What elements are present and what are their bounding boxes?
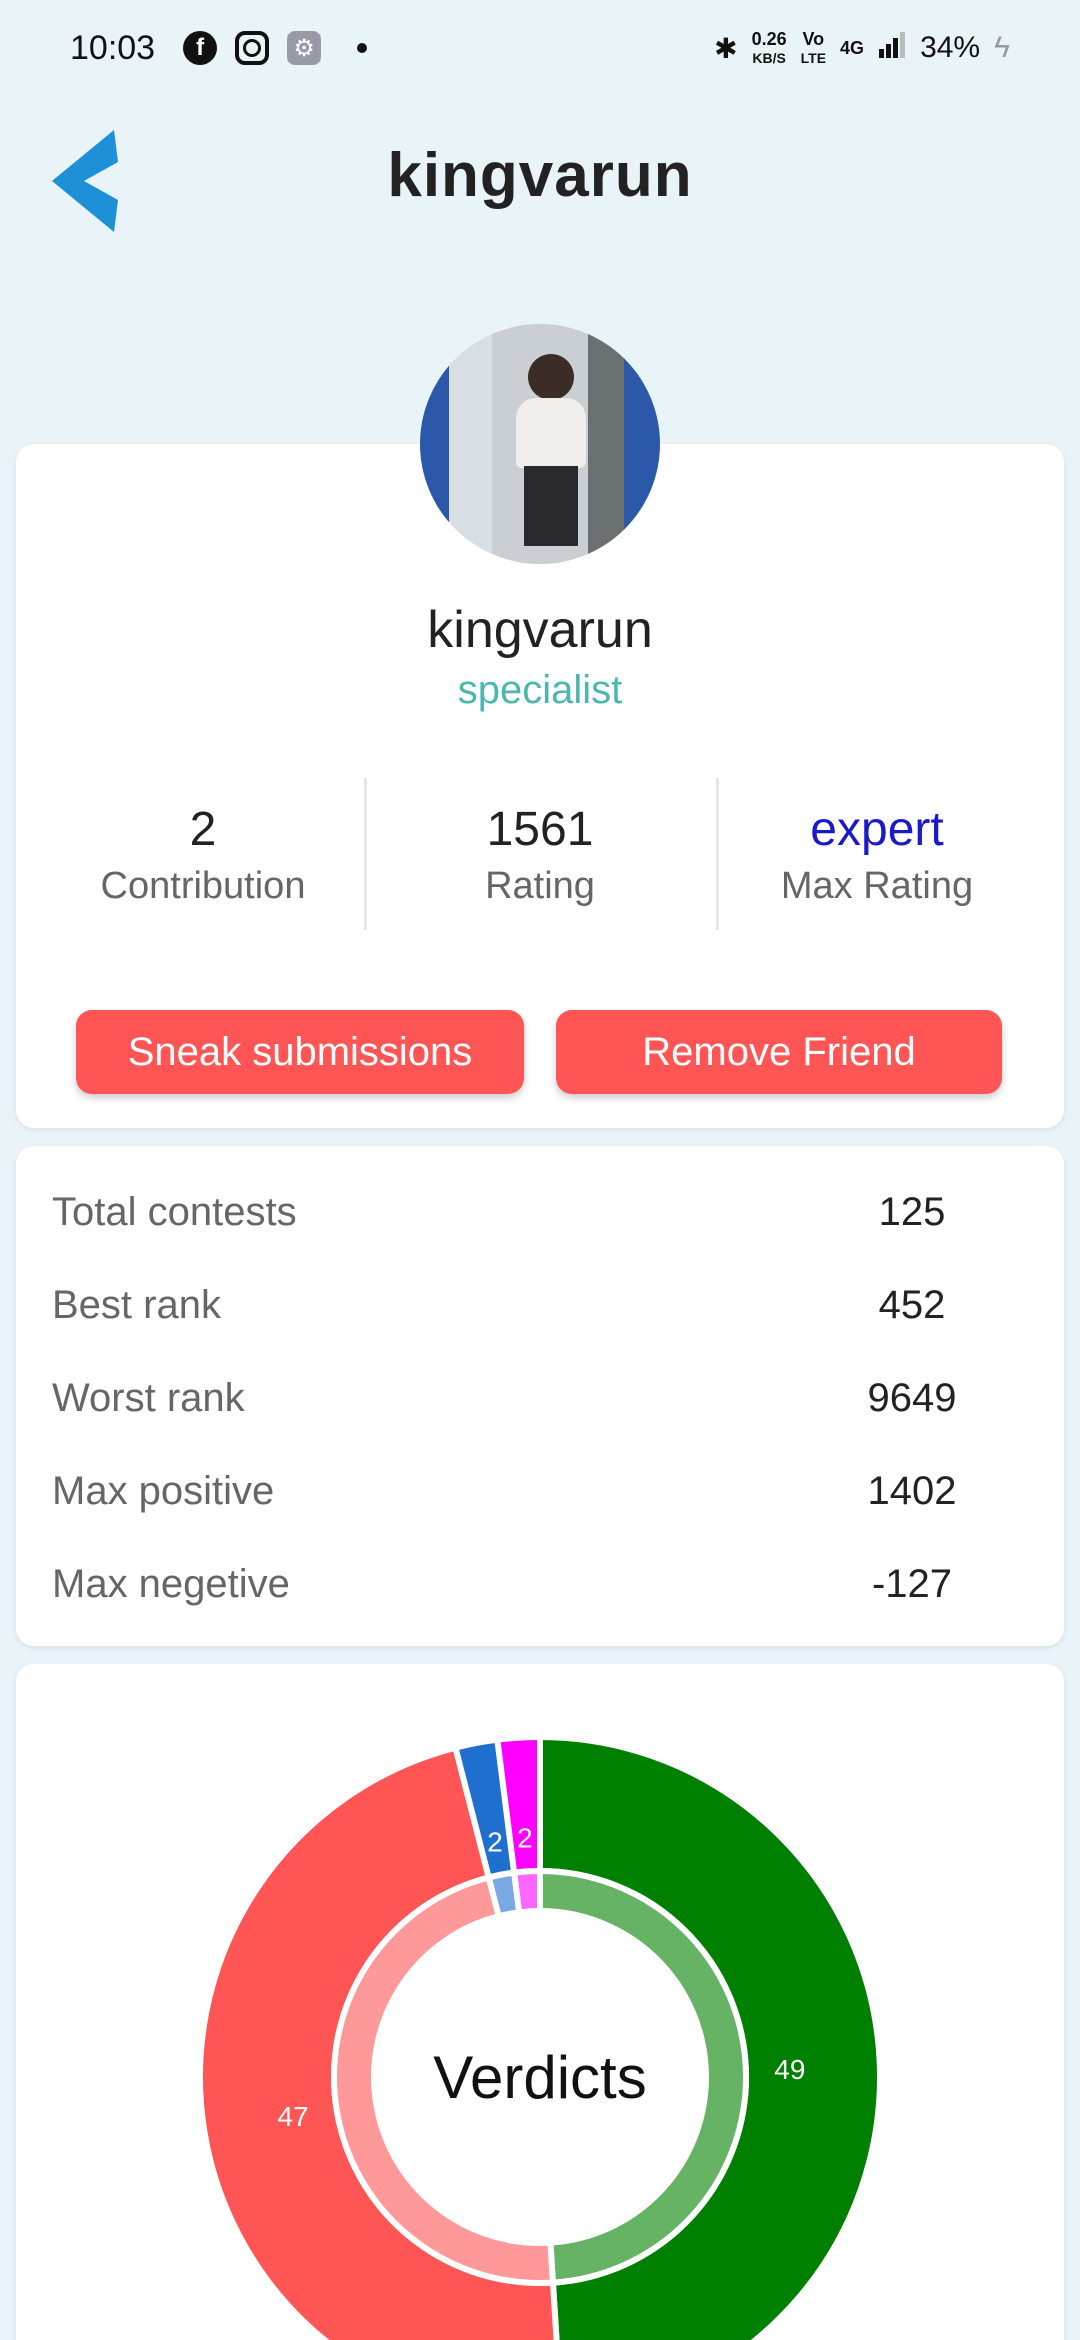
remove-friend-button[interactable]: Remove Friend: [556, 1010, 1002, 1094]
signal-icon: [878, 31, 906, 66]
profile-rank: specialist: [457, 668, 623, 712]
rating-label: Rating: [485, 865, 595, 907]
sneak-submissions-button[interactable]: Sneak submissions: [76, 1010, 524, 1094]
stat-max-rating: expert Max Rating: [702, 802, 1052, 908]
max-rating-label: Max Rating: [780, 865, 974, 907]
network-speed-value: 0.26: [751, 28, 787, 49]
rating-value: 1561: [486, 803, 594, 856]
notification-dot: [357, 43, 368, 53]
page-title: kingvarun: [387, 141, 693, 210]
stat-row: Max positive 1402: [52, 1469, 1028, 1529]
stat-contribution: 2 Contribution: [28, 802, 378, 908]
verdict-slice-label: 47: [277, 2101, 308, 2132]
stat-row: Total contests 125: [52, 1190, 1028, 1250]
stat-row-value: -127: [871, 1562, 953, 1606]
contribution-value: 2: [189, 803, 217, 856]
battery-level: 34%: [920, 31, 981, 64]
facebook-icon: f: [183, 31, 218, 65]
status-bar: 10:03 f ⚙ ✱ 0.26 KB/S Vo LTE 4G 34% ϟ: [0, 0, 1080, 96]
profile-name: kingvarun: [427, 601, 653, 659]
network-type: 4G: [840, 38, 865, 58]
stat-row-label: Worst rank: [52, 1376, 245, 1420]
verdicts-donut-chart[interactable]: 49 47 2 2 Verdicts: [16, 1664, 1064, 2340]
stat-row-label: Max positive: [52, 1469, 275, 1513]
verdict-slice-inner: [510, 1867, 543, 1916]
stat-row-value: 1402: [867, 1469, 957, 1513]
contest-stats-card: Total contests 125 Best rank 452 Worst r…: [16, 1146, 1064, 1646]
volte-bottom: LTE: [800, 49, 827, 66]
stat-row: Best rank 452: [52, 1283, 1028, 1343]
avatar[interactable]: [420, 324, 660, 564]
volte-top: Vo: [802, 28, 825, 49]
contribution-label: Contribution: [100, 865, 306, 907]
stat-row-value: 9649: [867, 1376, 957, 1420]
stat-row: Max negetive -127: [52, 1562, 1028, 1622]
stat-rating: 1561 Rating: [365, 802, 715, 908]
max-rating-value: expert: [810, 803, 944, 856]
verdict-slice-label: 2: [487, 1826, 503, 1857]
network-speed: 0.26 KB/S: [752, 30, 787, 67]
bluetooth-icon: ✱: [714, 32, 738, 64]
stat-row-label: Best rank: [52, 1283, 221, 1327]
verdicts-chart-card: 49 47 2 2 Verdicts: [16, 1664, 1064, 2340]
stat-row-label: Total contests: [52, 1190, 297, 1234]
volte-indicator: Vo LTE: [801, 30, 826, 67]
chart-title: Verdicts: [433, 2044, 646, 2111]
instagram-icon: [235, 31, 270, 65]
verdict-slice-label: 2: [517, 1822, 533, 1853]
network-speed-unit: KB/S: [752, 49, 786, 66]
stat-row-value: 452: [878, 1283, 946, 1327]
stat-row-label: Max negetive: [52, 1562, 290, 1606]
charging-icon: ϟ: [994, 31, 1010, 64]
stat-row-value: 125: [878, 1190, 946, 1234]
stat-row: Worst rank 9649: [52, 1376, 1028, 1436]
status-time: 10:03: [70, 28, 156, 67]
settings-app-icon: ⚙: [287, 31, 322, 65]
status-right-group: ✱ 0.26 KB/S Vo LTE 4G 34% ϟ: [714, 30, 1010, 67]
verdict-slice-label: 49: [774, 2054, 805, 2085]
